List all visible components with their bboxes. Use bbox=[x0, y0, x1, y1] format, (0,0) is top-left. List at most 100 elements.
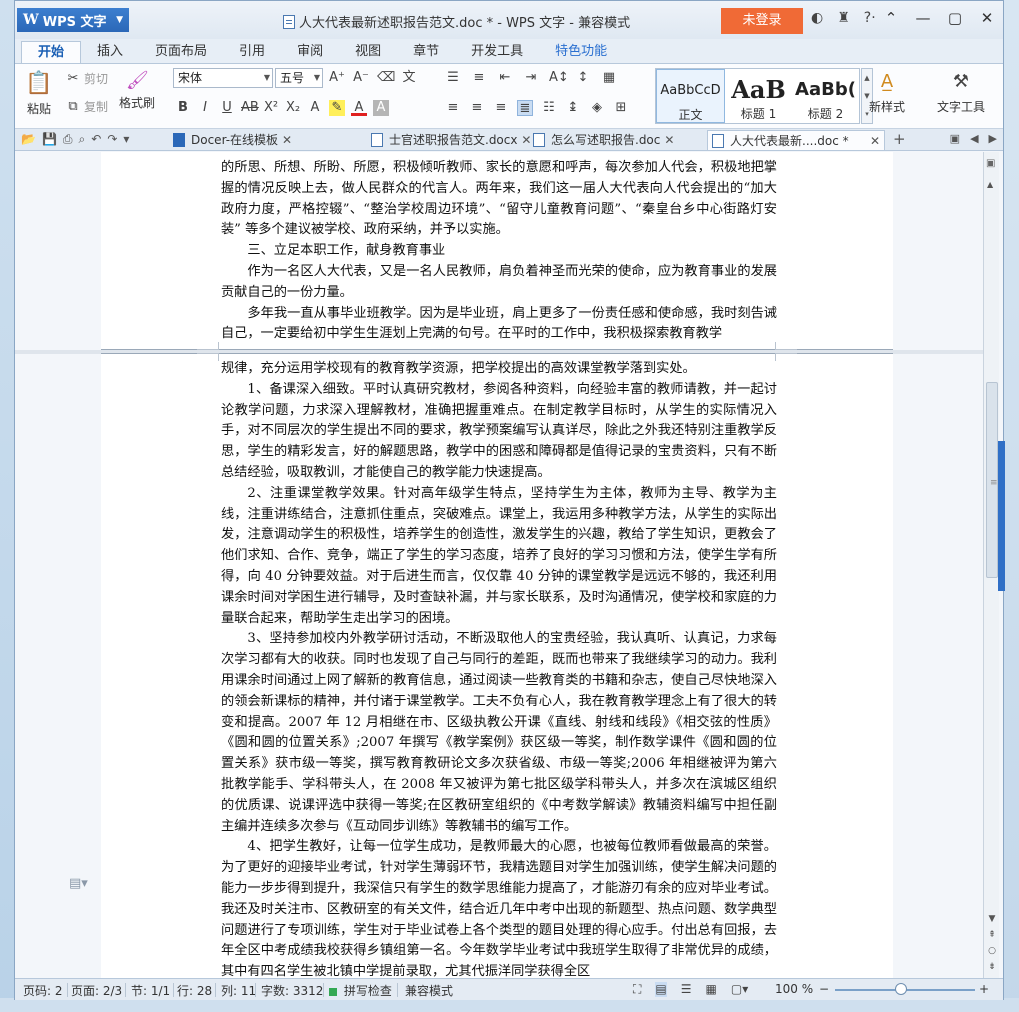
spell-check-toggle[interactable]: 拼写检查 bbox=[329, 982, 392, 999]
login-button[interactable]: 未登录 bbox=[721, 8, 803, 34]
vertical-scrollbar[interactable]: ▣ ▲ ≡ ▼ ⇞ ○ ⇟ bbox=[983, 152, 999, 978]
bullet-list-icon[interactable]: ☰ bbox=[445, 70, 461, 86]
next-page-icon[interactable]: ⇟ bbox=[986, 962, 998, 972]
zoom-in-icon[interactable]: + bbox=[979, 982, 989, 996]
shirt-icon[interactable]: ♜ bbox=[837, 10, 850, 26]
distributed-icon[interactable]: ☷ bbox=[541, 100, 557, 116]
new-style-button[interactable]: A̲ 新样式 bbox=[869, 70, 905, 115]
side-panel-toggle[interactable] bbox=[998, 441, 1005, 591]
subscript-icon[interactable]: X₂ bbox=[285, 100, 301, 116]
scroll-down-icon[interactable]: ▼ bbox=[986, 914, 998, 924]
tab-review[interactable]: 审阅 bbox=[281, 41, 339, 63]
tab-page-layout[interactable]: 页面布局 bbox=[139, 41, 223, 63]
select-browse-object-icon[interactable]: ○ bbox=[986, 946, 998, 956]
tab-developer[interactable]: 开发工具 bbox=[455, 41, 539, 63]
char-border-icon[interactable]: A bbox=[373, 100, 389, 116]
save-icon[interactable]: 💾 bbox=[42, 132, 57, 147]
prev-page-icon[interactable]: ⇞ bbox=[986, 930, 998, 940]
zoom-level[interactable]: 100 % bbox=[775, 982, 813, 996]
tab-references[interactable]: 引用 bbox=[223, 41, 281, 63]
page-2[interactable]: 规律，充分运用学校现有的教育教学资源，把学校提出的高效课堂教学落到实处。 1、备… bbox=[101, 353, 893, 978]
page-2-text[interactable]: 规律，充分运用学校现有的教育教学资源，把学校提出的高效课堂教学落到实处。 1、备… bbox=[221, 359, 777, 978]
open-icon[interactable]: 📂 bbox=[21, 132, 36, 147]
print-preview-icon[interactable]: ⌕ bbox=[79, 132, 86, 147]
shading-icon[interactable]: ◈ bbox=[589, 100, 605, 116]
close-button[interactable]: ✕ bbox=[977, 9, 997, 27]
cut-button[interactable]: ✂ 剪切 bbox=[65, 70, 108, 87]
justify-icon[interactable]: ≣ bbox=[517, 100, 533, 116]
strikethrough-icon[interactable]: AB bbox=[241, 100, 259, 116]
decrease-indent-icon[interactable]: ⇤ bbox=[497, 70, 513, 86]
tab-view[interactable]: 视图 bbox=[339, 41, 397, 63]
numbered-list-icon[interactable]: ≡ bbox=[471, 70, 487, 86]
close-icon[interactable]: ✕ bbox=[664, 130, 674, 150]
web-view-icon[interactable]: ▦ bbox=[706, 982, 717, 997]
collapse-ribbon-icon[interactable]: ⌃ bbox=[881, 9, 901, 27]
page-1-text[interactable]: 的所思、所想、所盼、所愿，积极倾听教师、家长的意愿和呼声，每次参加人代会，积极地… bbox=[221, 158, 777, 345]
table-icon[interactable]: ▦ bbox=[601, 70, 617, 86]
font-name-select[interactable]: 宋体 ▼ bbox=[173, 68, 273, 88]
grow-font-icon[interactable]: A⁺ bbox=[329, 70, 345, 86]
tab-special-features[interactable]: 特色功能 bbox=[539, 41, 623, 63]
tab-chapter[interactable]: 章节 bbox=[397, 41, 455, 63]
align-center-icon[interactable]: ≡ bbox=[469, 100, 485, 116]
scrollbar-thumb[interactable]: ≡ bbox=[986, 382, 998, 578]
tab-list-icon[interactable]: ▣ bbox=[950, 132, 960, 145]
redo-icon[interactable]: ↷ bbox=[107, 132, 117, 147]
font-color-icon[interactable]: A bbox=[351, 100, 367, 116]
page-1[interactable]: 的所思、所想、所盼、所愿，积极倾听教师、家长的意愿和呼声，每次参加人代会，积极地… bbox=[101, 152, 893, 350]
copy-button[interactable]: ⧉ 复制 bbox=[65, 98, 108, 115]
shrink-font-icon[interactable]: A⁻ bbox=[353, 70, 369, 86]
doc-tab-2[interactable]: 怎么写述职报告.doc ✕ bbox=[529, 130, 674, 150]
undo-icon[interactable]: ↶ bbox=[91, 132, 101, 147]
tab-insert[interactable]: 插入 bbox=[81, 41, 139, 63]
bold-icon[interactable]: B bbox=[175, 100, 191, 116]
help-icon[interactable]: ?· bbox=[864, 10, 876, 26]
status-word-count[interactable]: 字数: 3312 bbox=[261, 982, 323, 999]
scroll-up-icon[interactable]: ▲ bbox=[987, 180, 993, 189]
text-tools-button[interactable]: ⚒ 文字工具 bbox=[937, 70, 985, 115]
font-size-select[interactable]: 五号 ▼ bbox=[275, 68, 323, 88]
document-area[interactable]: 的所思、所想、所盼、所愿，积极倾听教师、家长的意愿和呼声，每次参加人代会，积极地… bbox=[15, 152, 983, 978]
tab-prev-icon[interactable]: ◀ bbox=[970, 132, 978, 145]
doc-tab-1[interactable]: 士官述职报告范文.docx ✕ bbox=[367, 130, 531, 150]
borders-icon[interactable]: ⊞ bbox=[613, 100, 629, 116]
format-painter-button[interactable]: 🖌 格式刷 bbox=[119, 70, 155, 111]
increase-indent-icon[interactable]: ⇥ bbox=[523, 70, 539, 86]
style-heading-1[interactable]: AaB 标题 1 bbox=[725, 69, 792, 123]
style-heading-2[interactable]: AaBb( 标题 2 bbox=[792, 69, 859, 123]
app-menu-button[interactable]: W WPS 文字 ▼ bbox=[17, 8, 129, 32]
superscript-icon[interactable]: X² bbox=[263, 100, 279, 116]
clear-format-icon[interactable]: ⌫ bbox=[377, 70, 395, 86]
zoom-slider-handle[interactable] bbox=[895, 983, 907, 995]
maximize-button[interactable]: ▢ bbox=[945, 9, 965, 27]
full-screen-icon[interactable]: ⛶ bbox=[633, 982, 641, 997]
underline-icon[interactable]: U bbox=[219, 100, 235, 116]
reading-view-icon[interactable]: ▢▾ bbox=[731, 982, 748, 997]
tab-home[interactable]: 开始 bbox=[21, 41, 82, 63]
italic-icon[interactable]: I bbox=[197, 100, 213, 116]
paste-button[interactable]: 📋 粘贴 bbox=[25, 70, 53, 117]
highlight-icon[interactable]: ✎ bbox=[329, 100, 345, 116]
close-icon[interactable]: ✕ bbox=[870, 131, 880, 151]
outline-view-icon[interactable]: ☰ bbox=[681, 982, 692, 997]
char-shading-icon[interactable]: A bbox=[307, 100, 323, 116]
minimize-button[interactable]: — bbox=[913, 9, 933, 27]
text-direction-icon[interactable]: A↕ bbox=[549, 70, 569, 86]
zoom-out-icon[interactable]: − bbox=[819, 982, 829, 996]
line-spacing-icon[interactable]: ↨ bbox=[565, 100, 581, 116]
sort-icon[interactable]: ↕ bbox=[575, 70, 591, 86]
doc-tab-docer[interactable]: Docer-在线模板 ✕ bbox=[169, 130, 292, 150]
close-icon[interactable]: ✕ bbox=[282, 130, 292, 150]
phonetic-guide-icon[interactable]: 文 bbox=[401, 70, 417, 86]
split-view-icon[interactable]: ▣ bbox=[986, 158, 995, 169]
skin-icon[interactable]: ◐ bbox=[811, 10, 823, 26]
style-normal[interactable]: AaBbCcD 正文 bbox=[656, 69, 725, 123]
print-icon[interactable]: ⎙ bbox=[63, 132, 73, 147]
paragraph-mark-icon[interactable]: ▤▾ bbox=[69, 876, 88, 891]
page-view-icon[interactable]: ▤ bbox=[655, 982, 667, 997]
align-left-icon[interactable]: ≡ bbox=[445, 100, 461, 116]
new-tab-icon[interactable]: + bbox=[893, 130, 906, 148]
doc-tab-active[interactable]: 人大代表最新....doc * ✕ bbox=[707, 130, 885, 150]
tab-next-icon[interactable]: ▶ bbox=[989, 132, 997, 145]
